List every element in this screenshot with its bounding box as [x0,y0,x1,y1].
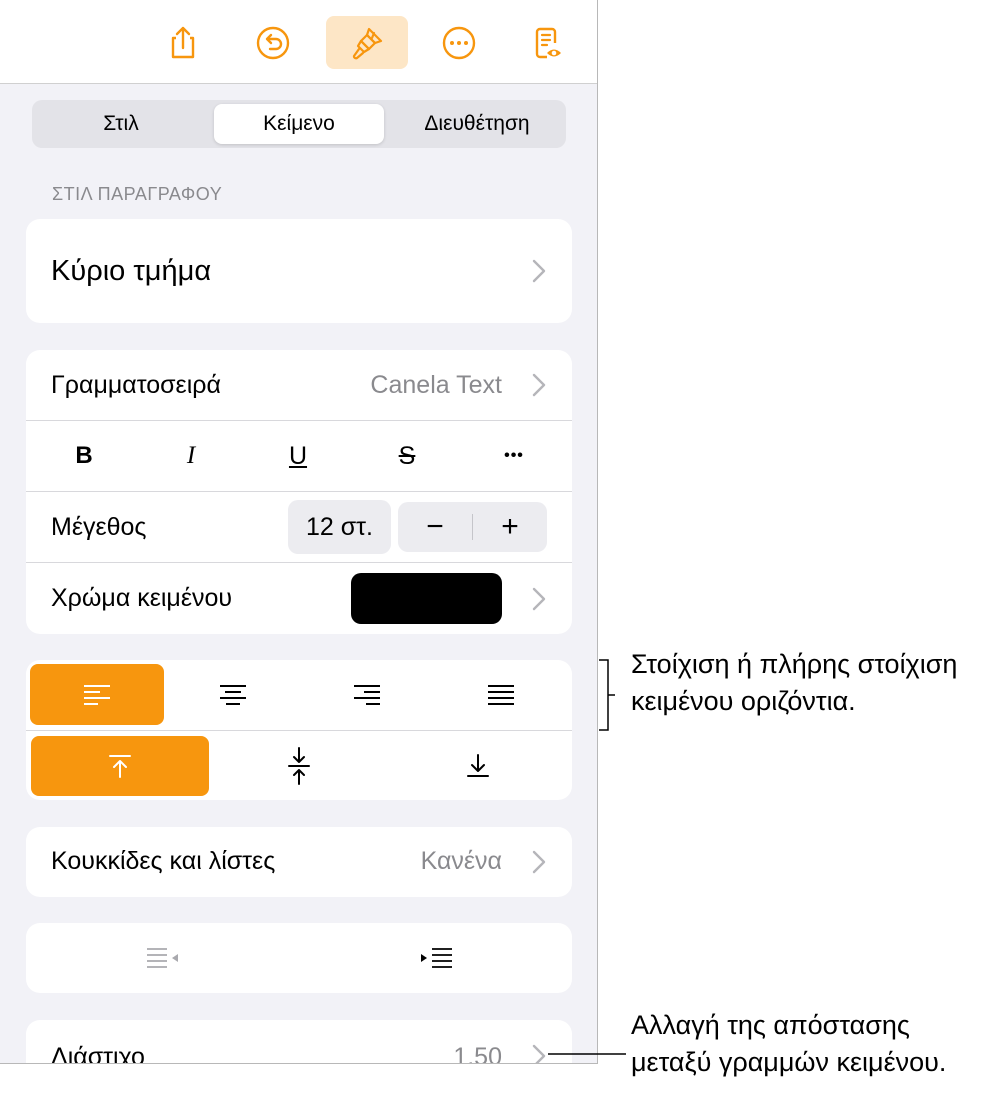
share-icon [171,26,195,58]
text-color-label: Χρώμα κειμένου [51,584,233,612]
decrease-indent-button[interactable] [26,923,299,993]
paragraph-style-row[interactable]: Κύριο τμήμα [26,219,572,323]
align-justify-button[interactable] [434,664,568,725]
bullets-label: Κουκκίδες και λίστες [51,847,276,875]
align-middle-icon [288,747,310,785]
italic-button[interactable]: I [133,421,249,491]
reading-view-icon [535,27,561,58]
valign-middle-button[interactable] [210,736,388,796]
format-panel: Στιλ Κείμενο Διευθέτηση ΣΤΙΛ ΠΑΡΑΓΡΑΦΟΥ … [0,0,598,1064]
share-button[interactable] [142,16,224,69]
line-spacing-value: 1,50 [453,1043,502,1064]
size-increase-button[interactable]: + [473,502,547,552]
tab-style[interactable]: Στιλ [36,104,206,144]
format-button[interactable] [326,16,408,69]
callout-alignment-line1: Στοίχιση ή πλήρης στοίχιση [631,649,958,679]
font-label: Γραμματοσειρά [51,370,221,399]
increase-indent-icon [420,948,452,968]
size-value-field[interactable]: 12 στ. [288,500,391,554]
bullets-row[interactable]: Κουκκίδες και λίστες Κανένα [26,827,572,897]
size-label: Μέγεθος [51,512,147,541]
more-formatting-button[interactable]: ••• [456,421,572,491]
size-row: Μέγεθος 12 στ. − + [26,492,572,562]
callout-spacing-line1: Αλλαγή της απόστασης [631,1010,910,1040]
font-value: Canela Text [370,370,502,399]
tab-arrange[interactable]: Διευθέτηση [392,104,562,144]
align-center-icon [220,684,246,705]
callout-spacing: Αλλαγή της απόστασης μεταξύ γραμμών κειμ… [631,1007,946,1081]
strikethrough-button[interactable]: S [349,421,465,491]
text-color-swatch[interactable] [351,573,502,624]
align-left-button[interactable] [30,664,164,725]
size-stepper: − + [398,502,547,552]
tab-text[interactable]: Κείμενο [214,104,384,144]
align-left-icon [84,684,110,705]
align-top-icon [109,755,131,778]
section-label-paragraph-style: ΣΤΙΛ ΠΑΡΑΓΡΑΦΟΥ [52,184,223,204]
bold-button[interactable]: B [26,421,142,491]
text-color-row[interactable]: Χρώμα κειμένου [26,563,572,634]
valign-bottom-button[interactable] [389,736,567,796]
undo-icon [256,26,290,59]
callout-spacing-line2: μεταξύ γραμμών κειμένου. [631,1047,947,1077]
valign-top-button[interactable] [31,736,209,796]
indent-card [26,923,572,993]
align-bottom-icon [467,754,489,777]
callout-bracket [599,659,615,731]
format-brush-icon [352,27,383,59]
bullets-value: Κανένα [420,847,502,875]
callout-line [548,1053,626,1055]
alignment-card [26,660,572,800]
chevron-right-icon [532,850,546,874]
chevron-right-icon [532,1044,546,1063]
tab-bar: Στιλ Κείμενο Διευθέτηση [32,100,566,148]
toolbar [0,0,597,84]
line-spacing-label: Διάστιχο [51,1043,145,1064]
callout-alignment-line2: κειμένου οριζόντια. [631,686,856,716]
increase-indent-button[interactable] [299,923,572,993]
format-buttons-row: B I U S ••• [26,421,572,491]
separator [26,730,572,731]
chevron-right-icon [532,587,546,611]
size-decrease-button[interactable]: − [398,502,472,552]
font-card: Γραμματοσειρά Canela Text B I U S ••• Μέ… [26,350,572,634]
align-right-icon [354,684,380,705]
paragraph-style-value: Κύριο τμήμα [51,255,212,287]
align-justify-icon [488,684,514,705]
align-right-button[interactable] [300,664,434,725]
reading-view-button[interactable] [506,16,588,69]
font-row[interactable]: Γραμματοσειρά Canela Text [26,350,572,420]
more-icon [442,26,476,59]
underline-button[interactable]: U [240,421,356,491]
callout-alignment: Στοίχιση ή πλήρης στοίχιση κειμένου οριζ… [631,646,957,720]
undo-button[interactable] [232,16,314,69]
decrease-indent-icon [146,948,178,968]
chevron-right-icon [532,373,546,397]
chevron-right-icon [532,259,546,283]
line-spacing-row[interactable]: Διάστιχο 1,50 [26,1020,572,1064]
align-center-button[interactable] [166,664,300,725]
more-button[interactable] [418,16,500,69]
